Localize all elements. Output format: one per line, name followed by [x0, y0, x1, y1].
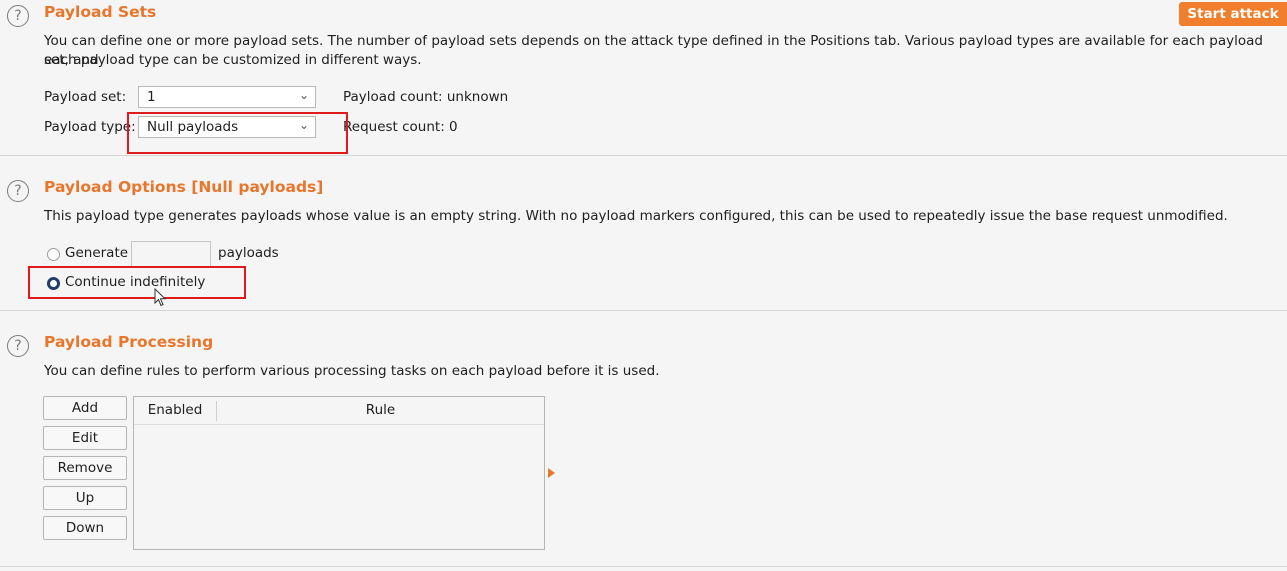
help-icon[interactable]: ? [7, 180, 29, 202]
payload-processing-description: You can define rules to perform various … [44, 363, 660, 379]
continue-indefinitely-highlight-box [28, 266, 246, 299]
section-divider [0, 310, 1287, 311]
help-icon[interactable]: ? [7, 5, 29, 27]
payload-options-description: This payload type generates payloads who… [44, 208, 1228, 224]
payload-options-title: Payload Options [Null payloads] [44, 178, 324, 196]
payload-sets-title: Payload Sets [44, 3, 157, 21]
payloads-suffix-label: payloads [218, 245, 279, 261]
column-header-enabled[interactable]: Enabled [134, 397, 216, 424]
generate-label[interactable]: Generate [65, 245, 128, 261]
header-divider [134, 424, 544, 425]
payload-sets-description-line2: each payload type can be customized in d… [44, 52, 422, 68]
payload-set-value: 1 [147, 89, 156, 105]
payload-type-highlight-box [127, 112, 348, 154]
payload-count-text: Payload count: unknown [343, 89, 509, 105]
generate-count-input[interactable] [131, 241, 211, 267]
section-divider [0, 566, 1287, 567]
edit-button[interactable]: Edit [43, 426, 127, 450]
processing-rules-table[interactable]: Enabled Rule [133, 396, 545, 550]
payload-type-label: Payload type: [44, 119, 136, 135]
expand-arrow-icon[interactable] [548, 468, 555, 478]
remove-button[interactable]: Remove [43, 456, 127, 480]
column-header-rule[interactable]: Rule [217, 397, 544, 424]
payload-set-label: Payload set: [44, 89, 127, 105]
payload-set-select[interactable]: 1 ⌄ [138, 86, 316, 108]
up-button[interactable]: Up [43, 486, 127, 510]
down-button[interactable]: Down [43, 516, 127, 540]
section-divider [0, 155, 1287, 156]
chevron-down-icon: ⌄ [298, 88, 309, 102]
start-attack-button[interactable]: Start attack [1179, 2, 1287, 26]
request-count-text: Request count: 0 [343, 119, 458, 135]
payload-processing-title: Payload Processing [44, 333, 214, 351]
help-icon[interactable]: ? [7, 335, 29, 357]
generate-radio[interactable] [47, 248, 60, 261]
add-button[interactable]: Add [43, 396, 127, 420]
mouse-cursor-icon [154, 288, 167, 307]
